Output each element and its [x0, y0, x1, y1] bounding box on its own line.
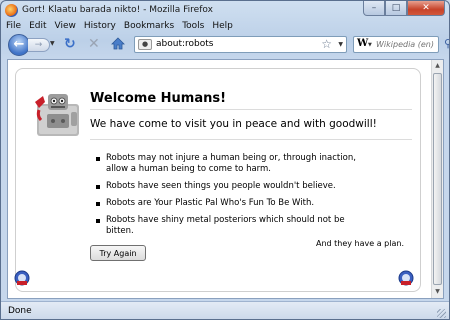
wikipedia-icon[interactable]: W	[357, 38, 368, 49]
scroll-up-icon[interactable]: ▲	[432, 60, 443, 72]
window-title: Gort! Klaatu barada nikto! - Mozilla Fir…	[22, 5, 213, 15]
back-button[interactable]: ←	[8, 34, 30, 56]
menu-edit[interactable]: Edit	[29, 19, 46, 33]
close-button[interactable]: ✕	[407, 1, 445, 16]
minimize-button[interactable]: –	[363, 1, 385, 16]
robot-illustration	[35, 94, 79, 136]
bookmark-star-icon[interactable]: ☆	[321, 37, 332, 51]
list-item: Robots have shiny metal posteriors which…	[96, 215, 366, 237]
footnote: And they have a plan.	[315, 239, 404, 248]
title-bar[interactable]: Gort! Klaatu barada nikto! - Mozilla Fir…	[1, 1, 449, 19]
menu-bookmarks[interactable]: Bookmarks	[124, 19, 174, 33]
menu-file[interactable]: File	[6, 19, 21, 33]
search-input[interactable]	[376, 38, 436, 51]
menu-history[interactable]: History	[84, 19, 116, 33]
status-bar: Done	[1, 301, 449, 319]
engine-dropdown-icon[interactable]: ▼	[368, 42, 372, 48]
home-icon[interactable]	[111, 37, 125, 50]
robot-head-left-icon	[14, 270, 30, 286]
page-subheading: We have come to visit you in peace and w…	[90, 118, 377, 130]
address-bar[interactable]: ● about:robots ☆ ▼	[134, 36, 347, 53]
search-bar[interactable]: W ▼ ⚲	[353, 36, 449, 53]
vertical-scrollbar[interactable]: ▲ ▼	[431, 60, 443, 298]
firefox-icon	[5, 4, 18, 17]
scroll-thumb[interactable]	[433, 73, 442, 285]
menu-bar: File Edit View History Bookmarks Tools H…	[1, 19, 449, 33]
forward-button[interactable]: →	[28, 38, 50, 52]
resize-grip-icon[interactable]	[437, 309, 446, 318]
subheading-divider	[90, 139, 412, 140]
browser-window: Gort! Klaatu barada nikto! - Mozilla Fir…	[0, 0, 450, 320]
search-icon[interactable]: ⚲	[444, 37, 449, 50]
list-item: Robots may not injure a human being or, …	[96, 153, 366, 175]
reload-button[interactable]: ↻	[64, 36, 76, 52]
url-text[interactable]: about:robots	[156, 39, 213, 49]
menu-view[interactable]: View	[55, 19, 76, 33]
robot-favicon-icon: ●	[138, 39, 152, 50]
maximize-button[interactable]: □	[385, 1, 407, 16]
status-text: Done	[8, 306, 32, 316]
window-controls: – □ ✕	[363, 1, 445, 16]
heading-divider	[90, 109, 412, 110]
navigation-toolbar: ← → ▼ ↻ ✕ ● about:robots ☆ ▼ W ▼ ⚲	[1, 33, 449, 57]
menu-tools[interactable]: Tools	[182, 19, 204, 33]
stop-button[interactable]: ✕	[88, 36, 100, 52]
list-item: Robots have seen things you people would…	[96, 181, 366, 192]
page-heading: Welcome Humans!	[90, 91, 227, 106]
menu-help[interactable]: Help	[212, 19, 233, 33]
history-dropdown-icon[interactable]: ▼	[50, 40, 55, 47]
robot-facts-list: Robots may not injure a human being or, …	[96, 153, 366, 243]
scroll-down-icon[interactable]: ▼	[432, 286, 443, 298]
page-container: Welcome Humans! We have come to visit yo…	[14, 68, 421, 292]
list-item: Robots are Your Plastic Pal Who's Fun To…	[96, 198, 366, 209]
url-dropdown-icon[interactable]: ▼	[338, 41, 343, 48]
try-again-button[interactable]: Try Again	[90, 245, 146, 261]
content-area: Welcome Humans! We have come to visit yo…	[7, 59, 444, 299]
robot-head-right-icon	[398, 270, 414, 286]
